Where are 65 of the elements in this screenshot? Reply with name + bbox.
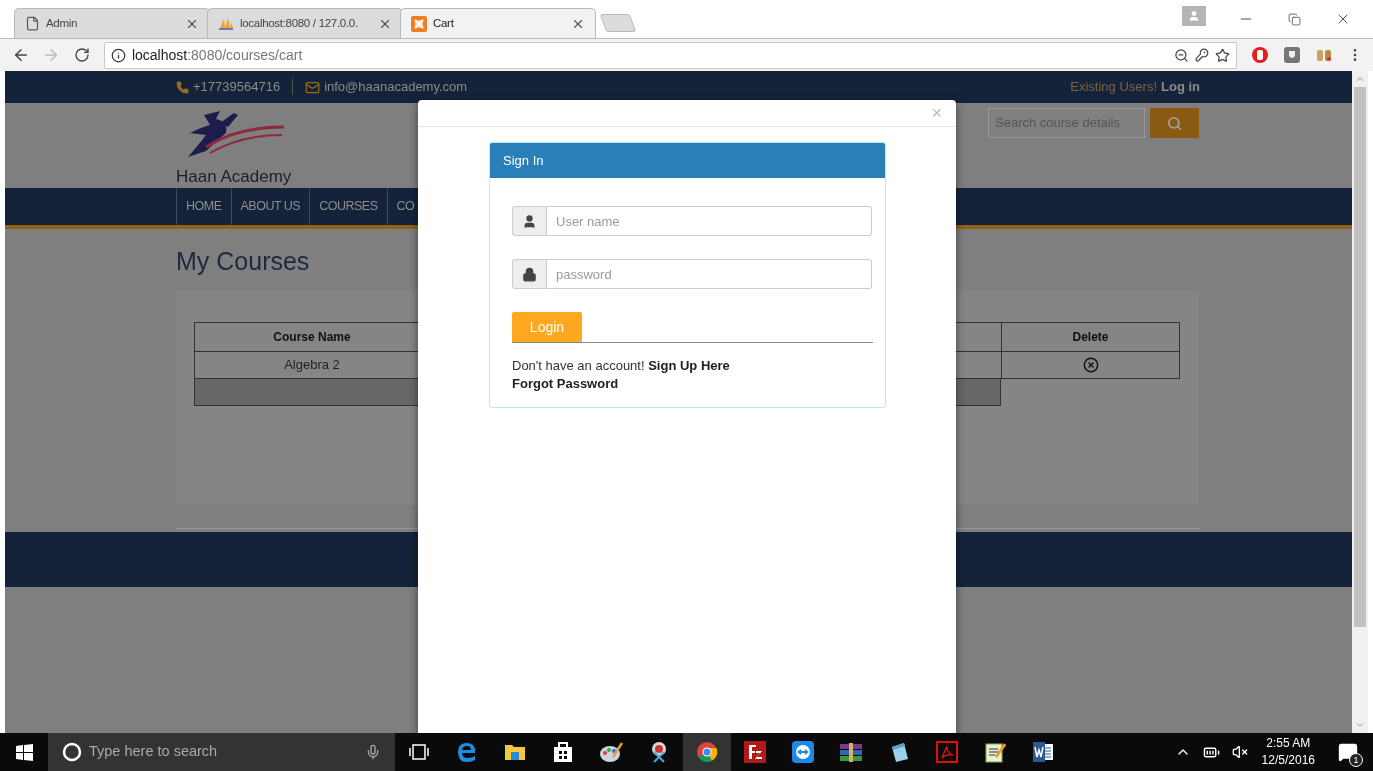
microphone-icon[interactable] [365, 744, 381, 760]
info-icon [110, 47, 126, 63]
reload-icon[interactable] [73, 47, 90, 63]
panel-title: Sign In [503, 151, 544, 170]
cortana-icon [62, 742, 82, 762]
key-icon[interactable] [1195, 48, 1209, 62]
url-text: localhost:8080/courses/cart [131, 45, 303, 65]
lock-icon [522, 266, 537, 282]
notification-count: 1 [1349, 753, 1363, 767]
existing-users-text: Existing Users! [1070, 78, 1157, 97]
mute-icon[interactable] [1231, 744, 1248, 760]
zoom-out-icon[interactable] [1174, 47, 1189, 63]
column-header: Delete [1001, 322, 1180, 352]
mail-icon [305, 79, 321, 95]
page-icon [25, 16, 40, 31]
shopping-bag-icon [553, 741, 573, 763]
address-field[interactable]: localhost:8080/courses/cart [103, 41, 1237, 69]
windows-logo-icon [15, 743, 33, 761]
input-field[interactable]: password [547, 259, 872, 289]
signup-link[interactable]: Sign Up Here [648, 358, 730, 373]
nav-link[interactable]: HOME [176, 188, 231, 225]
nav-link[interactable]: COURSES [309, 188, 387, 225]
clock-date[interactable]: 12/5/2016 [1261, 752, 1315, 769]
paint-palette-icon [599, 741, 623, 763]
browser-tab[interactable]: Cart [400, 8, 596, 38]
browser-tab[interactable]: Admin [14, 8, 210, 38]
folder-icon [504, 743, 526, 761]
phone-number: +17739564716 [193, 78, 281, 97]
app-logo-icon [411, 15, 427, 32]
tab-title: localhost:8080 / 127.0.0. [240, 15, 359, 31]
search-icon [1167, 115, 1182, 131]
browser-tab[interactable]: localhost:8080 / 127.0.0. [207, 8, 403, 38]
star-icon[interactable] [1215, 47, 1230, 63]
task-view-icon [409, 744, 429, 760]
remote-arrows-icon [792, 741, 814, 763]
tab-title: Cart [433, 15, 455, 31]
notification-button[interactable]: 1 [1333, 737, 1363, 767]
restore-icon[interactable] [1288, 12, 1301, 26]
signup-prompt: Don't have an account! [512, 358, 645, 373]
site-title: Haan Academy [176, 167, 292, 187]
document-reader-icon [936, 741, 958, 763]
delete-icon[interactable] [1082, 357, 1099, 373]
phone-icon [176, 80, 189, 94]
nav-link[interactable]: ABOUT US [230, 188, 310, 225]
scrollbar[interactable] [1352, 71, 1368, 733]
pencil-note-icon [984, 741, 1006, 763]
shield-icon[interactable] [1283, 46, 1301, 64]
clock-time[interactable]: 2:55 AM [1266, 735, 1311, 752]
person-icon [1188, 10, 1200, 22]
email-link[interactable]: info@haanacademy.com [324, 77, 468, 97]
word-processor-icon [1032, 741, 1054, 763]
tab-title: Admin [46, 15, 79, 31]
input-field[interactable]: User name [547, 206, 872, 236]
browser-e-icon [456, 741, 478, 763]
books-stack-icon [839, 742, 863, 762]
chrome-logo-icon [696, 741, 718, 763]
page-title: My Courses [176, 247, 310, 275]
user-icon [522, 213, 537, 229]
search-placeholder: Type here to search [89, 742, 218, 762]
taskbar-search-field[interactable]: Type here to search [48, 733, 395, 771]
taskbar-app[interactable] [683, 733, 731, 771]
login-link[interactable]: Log in [1161, 77, 1200, 97]
forgot-password-link[interactable]: Forgot Password [512, 376, 619, 391]
back-icon[interactable] [12, 46, 30, 64]
scroll-thumb[interactable] [1354, 87, 1366, 627]
